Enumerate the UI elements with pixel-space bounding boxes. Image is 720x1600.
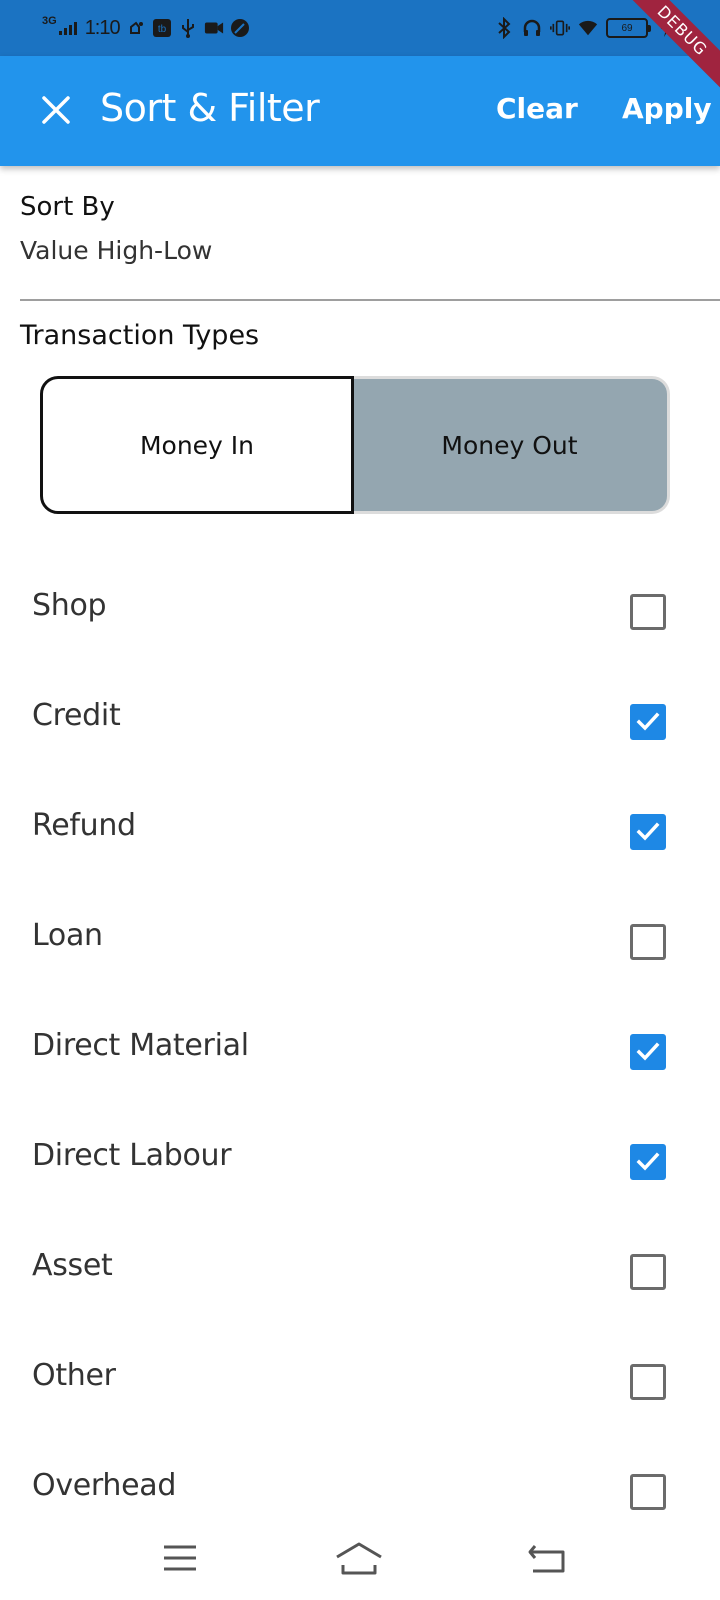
transaction-type-toggle: Money In Money Out [40,376,670,514]
list-item[interactable]: Direct Labour [0,1106,720,1218]
back-button[interactable] [522,1540,572,1576]
checkmark-icon [636,1152,660,1171]
category-checkbox[interactable] [630,594,666,630]
sort-by-label: Sort By [20,192,115,222]
category-list: Shop Credit Refund Loan Direct Material … [0,556,720,1514]
list-item-label: Credit [32,698,121,733]
list-item-label: Direct Material [32,1028,249,1063]
status-bar-right: 69 [494,14,676,42]
category-checkbox[interactable] [630,704,666,740]
menu-icon [164,1545,196,1571]
list-item[interactable]: Refund [0,776,720,888]
category-checkbox[interactable] [630,924,666,960]
category-checkbox[interactable] [630,1034,666,1070]
page-title: Sort & Filter [100,86,320,130]
category-checkbox[interactable] [630,1144,666,1180]
home-icon [336,1542,382,1575]
app-icon: tb [152,18,172,38]
video-icon [204,18,224,38]
home-button[interactable] [334,1540,384,1576]
navigation-bar [0,1514,720,1600]
back-icon [528,1545,565,1573]
clear-button[interactable]: Clear [496,92,578,125]
notification-icon [126,18,146,38]
vibrate-icon [550,18,570,38]
list-item-label: Direct Labour [32,1138,232,1173]
money-in-segment[interactable]: Money In [40,376,354,514]
list-item[interactable]: Overhead [0,1436,720,1514]
app-bar: Sort & Filter Clear Apply [0,56,720,166]
list-item-label: Other [32,1358,116,1393]
svg-text:tb: tb [157,24,166,35]
checkmark-icon [636,1042,660,1061]
bluetooth-icon [494,17,514,39]
status-bar: 3G 1:10 tb 69 [0,0,720,56]
battery-level: 69 [621,22,633,34]
status-bar-left: 3G 1:10 tb [42,14,250,42]
checkmark-icon [636,822,660,841]
list-item[interactable]: Asset [0,1216,720,1328]
list-item[interactable]: Credit [0,666,720,778]
wifi-icon [578,18,598,38]
close-button[interactable] [34,88,78,132]
list-item[interactable]: Direct Material [0,996,720,1108]
leaf-icon [230,18,250,38]
network-type: 3G [42,15,57,27]
money-out-segment[interactable]: Money Out [352,376,670,514]
apply-button[interactable]: Apply [622,92,712,125]
usb-icon [178,18,198,38]
sort-by-value[interactable]: Value High-Low [20,236,212,265]
close-icon [42,96,70,124]
list-item[interactable]: Other [0,1326,720,1438]
category-checkbox[interactable] [630,1364,666,1400]
list-item[interactable]: Loan [0,886,720,998]
battery-icon: 69 [606,18,651,38]
category-checkbox[interactable] [630,1474,666,1510]
list-item[interactable]: Shop [0,556,720,668]
headphones-icon [522,18,542,38]
list-item-label: Shop [32,588,107,623]
list-item-label: Asset [32,1248,113,1283]
list-item-label: Loan [32,918,103,953]
checkmark-icon [636,712,660,731]
list-item-label: Refund [32,808,136,843]
transaction-types-label: Transaction Types [20,320,260,351]
menu-button[interactable] [155,1540,205,1576]
list-item-label: Overhead [32,1468,177,1503]
divider [20,299,720,301]
category-checkbox[interactable] [630,814,666,850]
signal-icon [58,21,77,35]
status-time: 1:10 [84,16,121,39]
category-checkbox[interactable] [630,1254,666,1290]
